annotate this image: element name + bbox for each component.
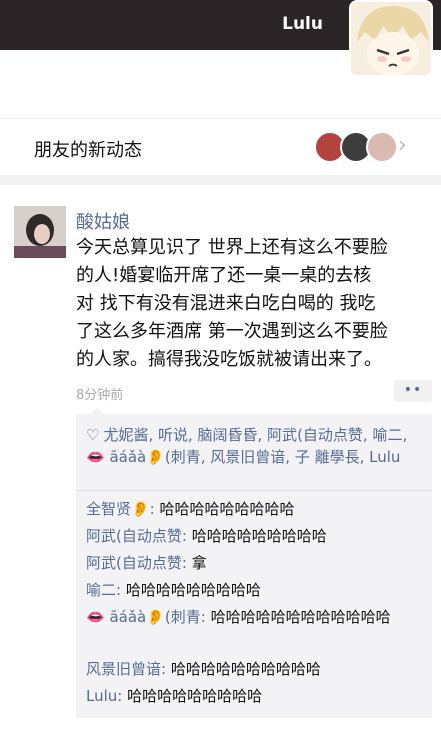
likes-list: ♡ 尤妮酱, 听说, 脑阔昏昏, 阿武(自动点赞, 喻二, 👄 āáǎà👂(刺青,… xyxy=(86,424,426,468)
comment-author[interactable]: Lulu: xyxy=(86,687,122,705)
author-photo xyxy=(14,206,66,258)
comment-item[interactable]: 👄 āáǎà👂(刺青: 哈哈哈哈哈哈哈哈哈哈哈哈 xyxy=(86,606,426,628)
friend-avatar xyxy=(366,131,398,163)
comment-text: 哈哈哈哈哈哈哈哈哈 xyxy=(121,581,261,599)
post-content: 今天总算见识了 世界上还有这么不要脸 的人!婚宴临开席了还一桌一桌的去核 对 找… xyxy=(76,237,388,370)
section-divider xyxy=(0,175,441,185)
comment-author[interactable]: 全智贤👂: xyxy=(86,500,155,518)
comment-text: 哈哈哈哈哈哈哈哈哈 xyxy=(154,500,295,518)
friends-updates-row[interactable]: 朋友的新动态 › xyxy=(0,118,441,174)
comment-text: 哈哈哈哈哈哈哈哈哈 xyxy=(122,687,263,705)
comment-author[interactable]: 风景旧曾谙: xyxy=(86,660,166,678)
more-actions-button[interactable]: •• xyxy=(394,380,432,402)
comment-text: 哈哈哈哈哈哈哈哈哈 xyxy=(186,527,327,545)
comment-item[interactable]: 全智贤👂: 哈哈哈哈哈哈哈哈哈 xyxy=(86,498,426,520)
likes-comments-divider xyxy=(76,490,432,491)
anime-avatar-illustration xyxy=(351,2,431,75)
likes-comments-box: ♡ 尤妮酱, 听说, 脑阔昏昏, 阿武(自动点赞, 喻二, 👄 āáǎà👂(刺青,… xyxy=(76,407,432,718)
post-author-name[interactable]: 酸姑娘 xyxy=(76,208,130,234)
profile-avatar[interactable] xyxy=(349,0,433,77)
chevron-right-icon: › xyxy=(398,133,407,158)
friends-updates-label: 朋友的新动态 xyxy=(34,140,142,161)
comment-text: 哈哈哈哈哈哈哈哈哈哈 xyxy=(166,660,321,678)
comment-item[interactable]: 阿武(自动点赞: 拿 xyxy=(86,552,426,574)
likes-names[interactable]: 尤妮酱, 听说, 脑阔昏昏, 阿武(自动点赞, 喻二, 👄 āáǎà👂(刺青, … xyxy=(86,426,407,466)
comment-author[interactable]: 喻二: xyxy=(86,581,121,599)
comment-text: 哈哈哈哈哈哈哈哈哈哈哈哈 xyxy=(205,608,391,626)
comment-author[interactable]: 阿武(自动点赞: xyxy=(86,554,187,572)
post-timestamp: 8分钟前 xyxy=(76,388,124,403)
post-author-avatar[interactable] xyxy=(14,206,66,258)
comment-author[interactable]: 👄 āáǎà👂(刺青: xyxy=(86,608,206,626)
heart-outline-icon: ♡ xyxy=(86,426,100,444)
comment-item[interactable]: 阿武(自动点赞: 哈哈哈哈哈哈哈哈哈 xyxy=(86,525,426,547)
comment-item[interactable]: 喻二: 哈哈哈哈哈哈哈哈哈 xyxy=(86,579,426,601)
comment-item[interactable]: Lulu: 哈哈哈哈哈哈哈哈哈 xyxy=(86,685,426,707)
cover-username: Lulu xyxy=(282,14,323,34)
comment-item[interactable]: 风景旧曾谙: 哈哈哈哈哈哈哈哈哈哈 xyxy=(86,658,426,680)
comment-author[interactable]: 阿武(自动点赞: xyxy=(86,527,187,545)
comment-text: 拿 xyxy=(186,554,207,572)
